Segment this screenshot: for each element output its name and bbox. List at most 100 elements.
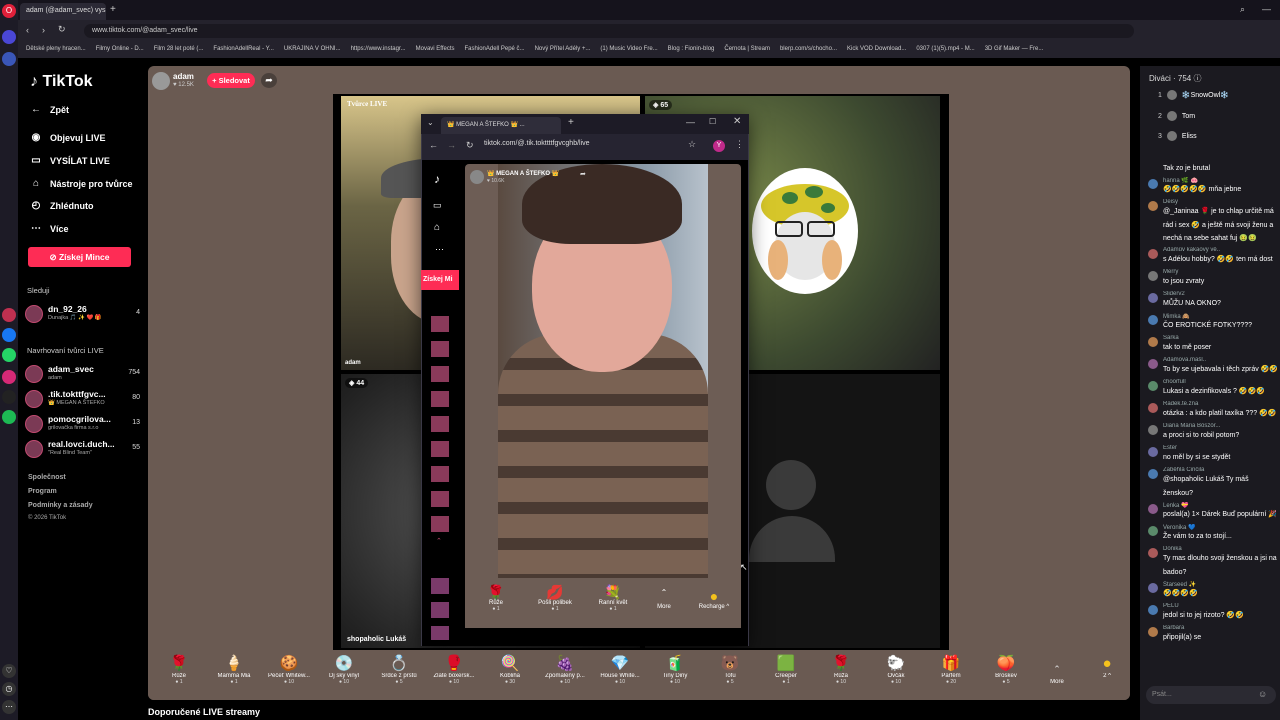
home-icon[interactable]: ⌂ [434,222,440,233]
bookmark-item[interactable]: Film 28 let poté (... [154,46,204,54]
back-icon[interactable]: ‹ [26,25,29,35]
gift-item[interactable]: 🍇 Zpomalený p... ● 10 [538,654,592,685]
chat-message[interactable]: Starseed ✨ 🤣🤣🤣🤣 [1148,581,1280,601]
chat-message[interactable]: hanna 🌿 🐽 🤣🤣🤣🤣🤣 mňa jebne [1148,177,1280,197]
popup-tab[interactable]: 👑 MEGAN A ŠTEFKO 👑 ... [441,117,561,134]
gift-item[interactable]: 🍑 Broskev ● 5 [979,654,1033,685]
nav-watched[interactable]: ◴ Zhlédnuto [30,200,94,211]
tiktok-logo-icon[interactable]: ♪ [434,172,440,186]
home-icon[interactable] [2,30,16,44]
chat-message[interactable]: badoo? [1148,568,1280,579]
dots-icon[interactable]: ⋯ [435,244,444,255]
chat-message[interactable]: Barbara připojil(a) se [1148,625,1280,645]
chat-message[interactable]: Adamova.mašl.. To by se ujebavala i těch … [1148,357,1280,377]
chevron-up-icon[interactable]: ⌃ [436,537,442,545]
gift-item[interactable]: 🥊 Zlaté boxersk... ● 10 [427,654,481,685]
recommended-account[interactable]: pomocgrilova... grilovačka firma s.r.o 1… [25,413,143,437]
coin-balance-button[interactable]: ● 2 ^ [1080,654,1134,679]
reload-icon[interactable]: ↻ [466,140,474,151]
nav-explore-live[interactable]: ◉ Objevuj LIVE [30,132,106,143]
bookmark-item[interactable]: Dětské pleny hracen... [26,46,86,54]
maximize-icon[interactable]: ☐ [709,117,716,126]
popup-gift-item[interactable]: 💋 Pošli polibek ● 1 [530,584,580,612]
minimize-icon[interactable]: — [1262,4,1271,14]
tiktok-app-icon[interactable] [2,308,16,322]
chat-message[interactable]: Mimka 🙈 ČO EROTICKÉ FOTKY???? [1148,313,1280,333]
back-button[interactable]: ← Zpět [30,104,69,115]
bookmark-item[interactable]: 3D Gif Maker — Fre... [985,46,1044,54]
gift-item[interactable]: 🧃 Tiny Diny ● 10 [648,654,702,685]
popup-get-coins-button[interactable]: Získej Mi [421,270,459,290]
chat-message[interactable]: ženskou? [1148,489,1280,500]
chat-message[interactable]: Tak zo je brutal [1148,164,1280,175]
gift-item[interactable]: 🟩 Creeper ● 1 [759,654,813,685]
footer-company[interactable]: Společnost [28,474,66,481]
footer-terms[interactable]: Podmínky a zásady [28,502,93,509]
opera-logo-icon[interactable]: O [2,4,16,18]
chat-message[interactable]: Zaběhlá Činčila @shopaholic Lukáš Ty máš [1148,467,1280,487]
star-icon[interactable]: ☆ [688,139,696,150]
new-tab-icon[interactable]: + [110,4,116,15]
footer-program[interactable]: Program [28,488,57,495]
gift-item[interactable]: 🌹 Růža ● 10 [814,654,868,685]
recharge-button[interactable]: ● Recharge ^ [689,588,739,610]
popup-url[interactable]: tiktok.com/@.tik.tokttttfgvcghb/live [484,140,704,152]
emoji-icon[interactable]: ☺ [1258,689,1267,699]
chat-message[interactable]: Šarka tak to mě poser [1148,335,1280,355]
bookmark-item[interactable]: Blog : Fionin-blog [668,46,715,54]
popup-following-avatars[interactable] [431,316,449,532]
chat-message[interactable]: rád i sex 🤣 a ještě má svoji ženu a [1148,221,1280,232]
bookmark-item[interactable]: (1) Music Video Fre... [600,46,657,54]
more-gifts-button[interactable]: ⌃ More [1030,660,1084,685]
bookmark-item[interactable]: blerp.com/s/chocho... [780,46,837,54]
camera-icon[interactable]: ▭ [433,200,442,211]
chat-message[interactable]: PELU jedol si to jej rizoto? 🤣🤣 [1148,603,1280,623]
gift-item[interactable]: 💍 Srdce z prstů ● 5 [372,654,426,685]
url-field[interactable]: www.tiktok.com/@adam_svec/live [84,24,1134,38]
spotify-icon[interactable] [2,410,16,424]
chat-input[interactable]: Psát... [1146,686,1276,704]
forward-icon[interactable]: › [42,25,45,35]
popup-gift-item[interactable]: 🌹 Růže ● 1 [471,584,521,612]
recommended-account[interactable]: adam_svec adam 754 [25,363,143,387]
popup-host-name[interactable]: 👑 MEGAN A ŠTEFKO 👑 [487,170,559,177]
instagram-icon[interactable] [2,370,16,384]
popup-gift-item[interactable]: 💐 Ranní květ ● 1 [588,584,638,612]
chat-message[interactable]: choorfull Lukasi a dezinfikovals ? 🤣🤣🤣 [1148,379,1280,399]
nav-go-live[interactable]: ▭ VYSÍLAT LIVE [30,155,110,166]
gift-item[interactable]: 💎 House White... ● 10 [593,654,647,685]
whatsapp-icon[interactable] [2,348,16,362]
gift-item[interactable]: 🍦 Mamma Mia ● 1 [207,654,261,685]
recommended-account[interactable]: .tik.tokttfgvc... 👑 MEGAN A ŠTEFKO 80 [25,388,143,412]
more-icon[interactable]: ⋯ [2,700,16,714]
top-viewer[interactable]: 2 Tom [1158,111,1195,121]
gift-item[interactable]: 🍪 Pečeť Whitew... ● 10 [262,654,316,685]
chat-message[interactable]: Lenka 💝 poslal(a) 1× Dárek Buď populární … [1148,502,1280,522]
recommended-account[interactable]: real.lovci.duch... "Real Blind Team" 55 [25,438,143,462]
gift-item[interactable]: 🐻 Tofu ● 5 [703,654,757,685]
top-viewer[interactable]: 3 Eliss [1158,131,1197,141]
host-avatar[interactable] [152,72,170,90]
chat-message[interactable]: Sliderv2 MŮŽU NA OKNO? [1148,291,1280,311]
bookmark-item[interactable]: UKRAJINA V OHNI... [284,46,341,54]
aria-icon[interactable] [2,52,16,66]
heart-icon[interactable]: ♡ [2,664,16,678]
bookmark-item[interactable]: FashionAdellReal - Y... [213,46,273,54]
reload-icon[interactable]: ↻ [58,24,66,35]
follow-button[interactable]: + Sledovat [207,73,255,88]
messenger-icon[interactable] [2,328,16,342]
top-viewer[interactable]: 1 ❄️SnowOwl❄️ [1158,90,1229,100]
viewers-title[interactable]: Diváci · 754 ⓘ [1149,73,1201,84]
back-icon[interactable]: ← [429,140,438,150]
profile-icon[interactable]: Y [713,140,725,152]
gift-item[interactable]: 💿 Dj ský vinyl ● 10 [317,654,371,685]
chat-message[interactable]: Veronika 💙 Že vám to za to stojí... [1148,524,1280,544]
chat-message[interactable]: Radek.te.zna otázka : a kdo platil taxíka… [1148,401,1280,421]
history-icon[interactable]: ◷ [2,682,16,696]
gift-item[interactable]: 🌹 Růže ● 1 [152,654,206,685]
chat-message[interactable]: nechá na sebe sahat fuj 🤢🤢 [1148,234,1280,245]
nav-creator-tools[interactable]: ⌂ Nástroje pro tvůrce [30,178,133,189]
popup-more-gifts[interactable]: ⌃ More [639,588,689,610]
bookmark-item[interactable]: Kick VOD Download... [847,46,906,54]
bookmark-item[interactable]: Filmy Online - D... [96,46,144,54]
